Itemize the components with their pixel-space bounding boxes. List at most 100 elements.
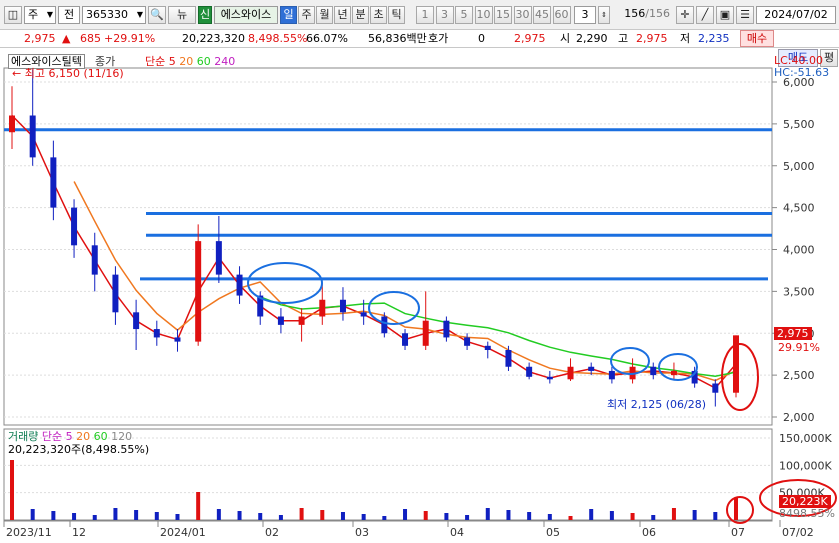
hoga-label: 호가 (428, 32, 449, 45)
credit-label: 신 (199, 8, 211, 21)
volume-bar (154, 512, 159, 520)
candle-body (608, 370, 615, 380)
settings-icon[interactable]: ☰ (736, 6, 754, 24)
market-select-value: 주 (28, 8, 39, 21)
minute-button-1[interactable]: 1 (416, 6, 434, 24)
period-tab-5[interactable]: 초 (370, 6, 387, 24)
image-icon[interactable]: ▣ (716, 6, 734, 24)
candle-body (215, 241, 222, 275)
x-tick-label: 05 (546, 526, 560, 539)
stock-name-value: 에스와이스 (220, 8, 272, 21)
period-tab-2[interactable]: 월 (316, 6, 333, 24)
count-value: 3 (581, 8, 589, 21)
candle-body (29, 115, 36, 158)
draw-line-icon[interactable]: ╱ (696, 6, 714, 24)
crosshair-icon[interactable]: ✛ (676, 6, 694, 24)
candle-body (381, 316, 388, 334)
candle-body (339, 299, 346, 313)
y-tick-label: 2,000 (783, 411, 815, 424)
current-pct-tag: 29.91% (778, 341, 820, 354)
y-tick-label: 4,000 (783, 244, 815, 257)
date-input[interactable]: 2024/07/02 (756, 6, 836, 24)
volume-bar (589, 509, 594, 520)
credit-badge[interactable]: 신 (198, 6, 212, 24)
y-tick-label: 5,000 (783, 160, 815, 173)
volume-bar (547, 514, 552, 520)
volume-bar (465, 515, 470, 520)
chevron-down-icon: ▼ (136, 10, 143, 19)
open-price: 2,290 (576, 32, 608, 45)
arrow-up-down-icon[interactable]: ⇕ (598, 6, 610, 24)
buy-button[interactable]: 매수 (740, 30, 774, 47)
stock-code-input[interactable]: 365330 ▼ (82, 6, 146, 24)
trade-amount: 56,836백만 (368, 32, 427, 45)
news-label: 뉴 (176, 8, 188, 21)
search-icon[interactable]: 🔍 (148, 6, 166, 24)
minute-button-30[interactable]: 30 (513, 6, 532, 24)
volume-bar (692, 510, 697, 520)
x-tick-label: 02 (265, 526, 279, 539)
stock-name-field[interactable]: 에스와이스 (214, 6, 278, 24)
window-icon[interactable]: ◫ (4, 6, 22, 24)
x-axis: 2023/11 12 2024/01 02 03 04 05 06 07 07/02 (3, 520, 814, 539)
volume-ma-label: 단순 (41, 430, 63, 443)
minute-button-15[interactable]: 15 (494, 6, 512, 24)
ma-legend-label: 단순 (145, 55, 166, 68)
volume-bar (423, 511, 428, 520)
low-price: 2,235 (698, 32, 730, 45)
candle-body (277, 316, 284, 325)
date-value: 2024/07/02 (764, 8, 828, 21)
minute-button-45[interactable]: 45 (533, 6, 551, 24)
kind-select[interactable]: 전 (58, 6, 80, 24)
candle-body (402, 333, 409, 346)
ma20-label: 20 (179, 55, 194, 68)
volume: 20,223,320 (182, 32, 245, 45)
candle-body (71, 207, 78, 246)
volume-bar (10, 460, 14, 520)
candle-body (50, 157, 57, 208)
low-label: 저 (680, 32, 691, 45)
x-tick-label: 07/02 (782, 526, 814, 539)
candle-body (588, 366, 595, 371)
minute-button-3[interactable]: 3 (435, 6, 454, 24)
x-tick-label: 2024/01 (160, 526, 206, 539)
candle-body (443, 320, 450, 338)
candle-body (422, 320, 429, 346)
minute-button-10[interactable]: 10 (474, 6, 493, 24)
count-select[interactable]: 3 (574, 6, 596, 24)
y-tick-label: 3,500 (783, 285, 815, 298)
current-price-tag: 2,975 (774, 327, 812, 340)
turnover: 66.07% (306, 32, 348, 45)
candle-body (712, 383, 719, 393)
candle-body (464, 337, 471, 346)
page-counter: 156/156 (612, 6, 672, 24)
period-tab-3[interactable]: 년 (334, 6, 351, 24)
market-select[interactable]: 주 ▼ (24, 6, 56, 24)
price-change: 685 (80, 32, 101, 45)
vol-tick-label: 100,000K (779, 459, 832, 472)
volume-bar (299, 508, 304, 520)
news-button[interactable]: 뉴 (168, 6, 196, 24)
volume-ratio: 8,498.55% (248, 32, 308, 45)
x-tick-label: 07 (731, 526, 745, 539)
candle-body (484, 345, 491, 350)
minute-button-60[interactable]: 60 (552, 6, 571, 24)
high-price: 2,975 (636, 32, 668, 45)
vol-ma120-label: 120 (111, 430, 133, 443)
period-tab-1[interactable]: 주 (298, 6, 315, 24)
candle-body (195, 241, 202, 342)
x-tick-label: 2023/11 (6, 526, 52, 539)
vol-ma5-label: 5 (65, 430, 73, 443)
period-tab-0[interactable]: 일 (280, 6, 297, 24)
period-tab-6[interactable]: 틱 (388, 6, 405, 24)
price-change-pct: +29.91% (104, 32, 156, 45)
buy-label: 매수 (746, 32, 768, 45)
candle-body (153, 329, 160, 338)
x-tick-label: 06 (642, 526, 656, 539)
high-note: ← 최고 6,150 (11/16) (12, 67, 124, 80)
minute-button-5[interactable]: 5 (455, 6, 473, 24)
price-chart[interactable]: 6,0005,5005,0004,5004,0003,5003,0002,500… (0, 48, 839, 543)
period-tab-4[interactable]: 분 (352, 6, 369, 24)
volume-bar (51, 511, 56, 520)
volume-bar (671, 508, 676, 520)
